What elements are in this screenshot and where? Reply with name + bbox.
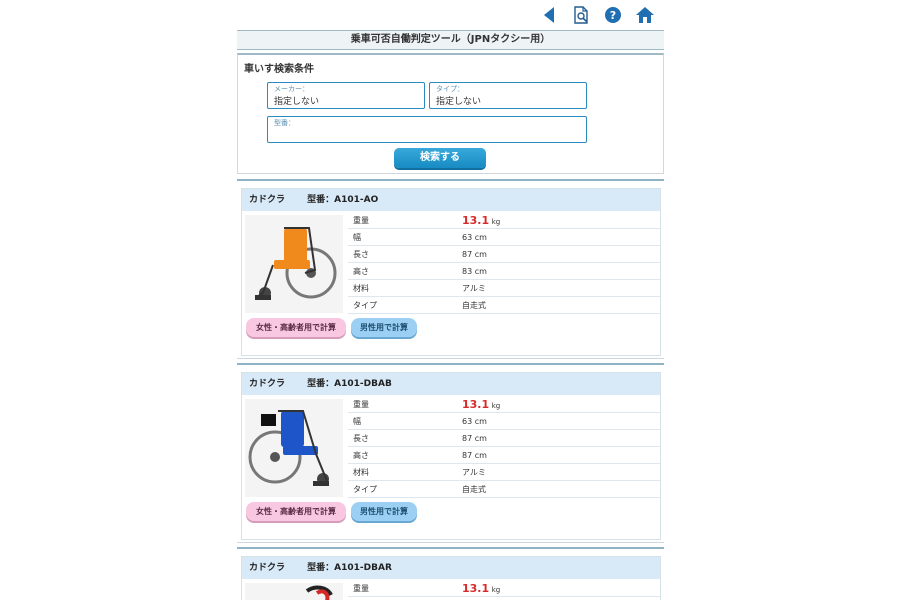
model-label: 型番： [274,119,295,127]
result-card: カドクラ 型番：A101-DBAR 重量 13.1 kg [241,556,661,600]
top-navigation: ? [237,0,664,30]
type-value: 指定しない [436,97,482,107]
search-title: 車いす検索条件 [244,64,314,75]
result-card-wrapper: カドクラ 型番：A101-DBAR 重量 13.1 kg [237,547,664,600]
card-model: 型番：A101-DBAB [307,379,392,389]
search-button[interactable]: 検索する [394,148,486,168]
svg-text:?: ? [610,9,616,22]
card-maker: カドクラ [249,379,286,389]
card-body: 重量 13.1 kg 幅 63 cm 長さ 87 cm 高さ 87 cm 材料 アルミ タ… [242,395,660,499]
model-input[interactable]: 型番： [267,116,587,143]
spec-row: タイプ 自走式 [348,296,660,314]
maker-select[interactable]: メーカー： 指定しない [267,82,425,109]
spec-row: 長さ 87 cm [348,245,660,263]
spec-row: 重量 13.1 kg [348,580,660,597]
spec-row: 高さ 87 cm [348,446,660,464]
spec-row: 幅 63 cm [348,412,660,430]
card-model: 型番：A101-AO [307,195,379,205]
spec-row: 高さ 83 cm [348,262,660,280]
maker-value: 指定しない [274,97,320,107]
spec-row: 材料 アルミ [348,463,660,481]
spec-row: 材料 アルミ [348,279,660,297]
maker-label: メーカー： [274,85,309,93]
card-header: カドクラ 型番：A101-DBAR [242,557,660,579]
back-icon[interactable] [538,4,560,26]
spec-row: タイプ 自走式 [348,480,660,498]
type-select[interactable]: タイプ： 指定しない [429,82,587,109]
orange-wheelchair-image [245,215,343,313]
result-card: カドクラ 型番：A101-DBAB 重量 13.1 kg 幅 63 cm 長さ … [241,372,661,540]
male-calculate-button[interactable]: 男性用で計算 [351,502,417,521]
calculation-buttons: 女性・高齢者用で計算 男性用で計算 [242,499,660,526]
result-card-wrapper: カドクラ 型番：A101-AO 重量 13.1 kg 幅 63 cm 長さ 87… [237,179,664,359]
blue-wheelchair-image [245,399,343,497]
card-model: 型番：A101-DBAR [307,563,392,573]
spec-row: 重量 13.1 kg [348,212,660,229]
type-label: タイプ： [436,85,464,93]
spec-table: 重量 13.1 kg 幅 63 cm 長さ 87 cm 高さ 83 cm 材料 アルミ タ… [348,212,660,314]
red-wheelchair-image [245,583,343,600]
calculation-buttons: 女性・高齢者用で計算 男性用で計算 [242,315,660,342]
card-header: カドクラ 型番：A101-DBAB [242,373,660,395]
male-calculate-button[interactable]: 男性用で計算 [351,318,417,337]
page-title: 乗車可否自働判定ツール（JPNタクシー用） [237,30,664,50]
help-icon[interactable]: ? [602,4,624,26]
result-card-wrapper: カドクラ 型番：A101-DBAB 重量 13.1 kg 幅 63 cm 長さ … [237,363,664,543]
card-header: カドクラ 型番：A101-AO [242,189,660,211]
female-elderly-calculate-button[interactable]: 女性・高齢者用で計算 [246,502,346,521]
card-maker: カドクラ [249,195,286,205]
spec-row: 重量 13.1 kg [348,396,660,413]
female-elderly-calculate-button[interactable]: 女性・高齢者用で計算 [246,318,346,337]
spec-table: 重量 13.1 kg [348,580,660,597]
result-card: カドクラ 型番：A101-AO 重量 13.1 kg 幅 63 cm 長さ 87… [241,188,661,356]
spec-row: 長さ 87 cm [348,429,660,447]
spec-row: 幅 63 cm [348,228,660,246]
card-body: 重量 13.1 kg [242,579,660,600]
mobile-page: ? 乗車可否自働判定ツール（JPNタクシー用） 車いす検索条件 メーカー： 指定… [237,0,664,600]
home-icon[interactable] [634,4,656,26]
card-body: 重量 13.1 kg 幅 63 cm 長さ 87 cm 高さ 83 cm 材料 アルミ タ… [242,211,660,315]
card-maker: カドクラ [249,563,286,573]
spec-table: 重量 13.1 kg 幅 63 cm 長さ 87 cm 高さ 87 cm 材料 アルミ タ… [348,396,660,498]
document-search-icon[interactable] [570,4,592,26]
search-panel: 車いす検索条件 メーカー： 指定しない タイプ： 指定しない 型番： 検索する [237,53,664,174]
